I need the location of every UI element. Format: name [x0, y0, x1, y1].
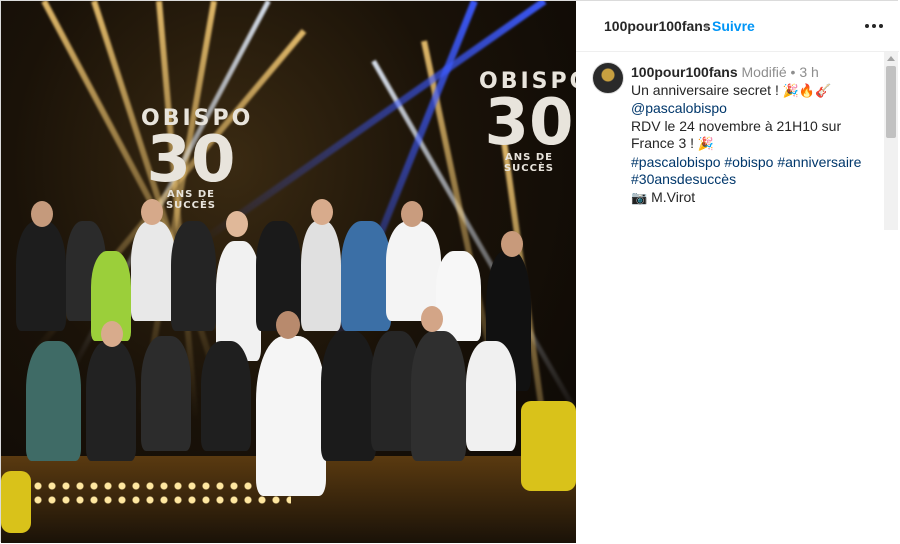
caption-line4: France 3 ! — [631, 135, 695, 151]
post-time[interactable]: 3 h — [799, 64, 818, 80]
credit-name: M.Virot — [651, 188, 696, 205]
head — [226, 211, 248, 237]
scroll-up-arrow-icon[interactable] — [887, 56, 895, 61]
scrollbar[interactable] — [884, 52, 898, 230]
dot — [879, 24, 883, 28]
caption-line: Un anniversaire secret ! 🎉🔥🎸 — [631, 82, 876, 101]
logo-number: 30 — [146, 123, 236, 197]
caption-line1: Un anniversaire secret ! — [631, 81, 779, 98]
person — [86, 341, 136, 461]
person — [131, 221, 176, 321]
scroll-thumb[interactable] — [886, 66, 896, 138]
caption-username[interactable]: 100pour100fans — [631, 64, 738, 80]
person — [141, 336, 191, 451]
caption-line: France 3 ! 🎉 — [631, 135, 876, 154]
hashtags-line1[interactable]: #pascalobispo #obispo #anniversaire — [631, 154, 876, 172]
head — [31, 201, 53, 227]
party-fire-guitar-emoji: 🎉🔥🎸 — [782, 83, 832, 99]
caption-line3: RDV le 24 novembre à 21H10 sur — [631, 117, 842, 134]
mention-link[interactable]: @pascalobispo — [631, 100, 876, 118]
head — [501, 231, 523, 257]
party-emoji: 🎉 — [697, 137, 715, 152]
group-of-people — [11, 191, 566, 496]
person — [466, 341, 516, 451]
post-photo[interactable]: OBISPO 30 ANS DE SUCCÈS OBISPO 30 ANS DE… — [1, 1, 576, 543]
head — [311, 199, 333, 225]
head — [401, 201, 423, 227]
caption-text: 100pour100fans Modifié • 3 h Un annivers… — [631, 64, 876, 207]
dot — [865, 24, 869, 28]
dot — [872, 24, 876, 28]
instagram-post: OBISPO 30 ANS DE SUCCÈS OBISPO 30 ANS DE… — [0, 0, 899, 543]
post-header: 100pour100fans • Suivre — [576, 1, 899, 52]
more-horizontal-icon[interactable] — [864, 15, 884, 35]
head — [141, 199, 163, 225]
logo-number: 30 — [484, 86, 574, 160]
edited-label: Modifié — [741, 64, 787, 80]
head — [276, 311, 300, 339]
follow-button[interactable]: Suivre — [712, 18, 755, 34]
person — [301, 221, 341, 331]
post-sidebar: 100pour100fans • Suivre 100pour100fans M… — [576, 1, 899, 543]
head — [101, 321, 123, 347]
person — [16, 221, 66, 331]
meta-separator: • — [790, 64, 796, 80]
person — [411, 331, 466, 461]
person — [341, 221, 391, 331]
person — [436, 251, 481, 341]
avatar[interactable] — [592, 62, 624, 94]
person — [26, 341, 81, 461]
photo-credit: 📷 M.Virot — [631, 189, 876, 208]
caption-header: 100pour100fans Modifié • 3 h — [631, 64, 876, 82]
person — [321, 331, 376, 461]
head — [421, 306, 443, 332]
header-username[interactable]: 100pour100fans — [604, 18, 711, 34]
camera-icon: 📷 — [631, 190, 648, 206]
header-separator: • — [704, 18, 709, 34]
caption-comment: 100pour100fans Modifié • 3 h Un annivers… — [576, 52, 884, 543]
person — [256, 336, 326, 496]
hashtags-line2[interactable]: #30ansdesuccès — [631, 171, 876, 189]
person — [201, 341, 251, 451]
person — [171, 221, 216, 331]
screen-logo-right: OBISPO 30 ANS DE SUCCÈS — [479, 69, 576, 174]
